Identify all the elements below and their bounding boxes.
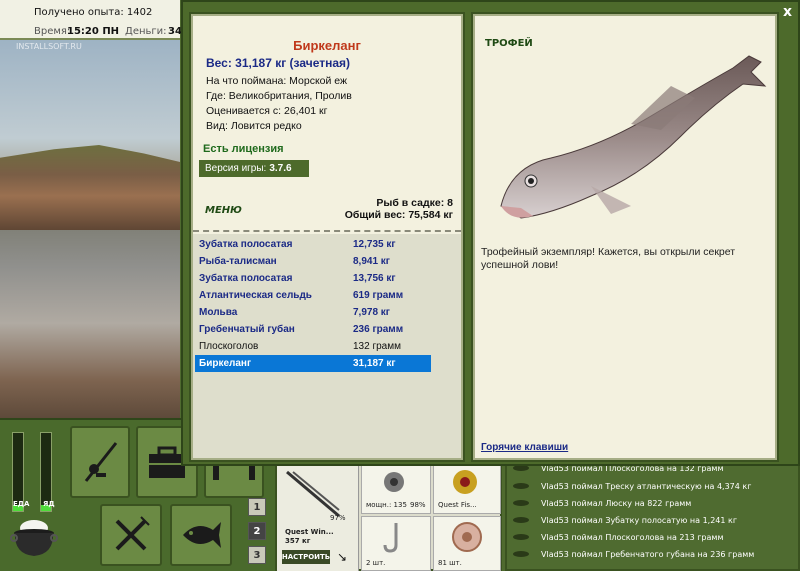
fish-cage-button[interactable] (170, 504, 232, 566)
catch-row-selected[interactable]: Биркеланг 31,187 кг (195, 355, 431, 372)
caught-on: На что поймана: Морской еж (206, 75, 348, 87)
game-version: Версия игры: 3.7.6 (199, 160, 309, 177)
cook-button[interactable] (100, 504, 162, 566)
cage-count: Рыб в садке: 8 (376, 197, 453, 209)
time-label: Время: (34, 26, 71, 37)
tackle-slots: 97% Quest Win... 357 кг НАСТРОИТЬ ↘ мощн… (275, 460, 502, 571)
catch-log[interactable]: Vlad53 поймал Плоскоголова на 132 грамм … (505, 460, 800, 571)
fishing-scene: INSTALLSOFT.RU (0, 40, 180, 418)
rod-tools-button[interactable] (70, 426, 130, 498)
rod-name: Quest Win... (285, 528, 334, 536)
catch-row[interactable]: Зубатка полосатая 12,735 кг (195, 236, 431, 253)
xp-counter: Получено опыта: 1402 (34, 7, 153, 18)
rod-slot[interactable]: 97% Quest Win... 357 кг НАСТРОИТЬ ↘ (277, 462, 359, 571)
cliff-scenery (0, 145, 180, 230)
catch-row[interactable]: Атлантическая сельдь 619 грамм (195, 287, 431, 304)
hook-icon (383, 523, 398, 553)
line-slot[interactable]: Quest Fis... (433, 462, 501, 514)
configure-rod-button[interactable]: НАСТРОИТЬ (282, 550, 330, 564)
version-value: 3.7.6 (269, 163, 292, 174)
catch-location: Где: Великобритания, Пролив (206, 90, 352, 102)
bait-count: 81 шт. (438, 559, 462, 567)
fish-image (500, 55, 767, 219)
line-name: Quest Fis... (438, 501, 477, 509)
hook-slot[interactable]: 2 шт. (361, 516, 431, 571)
log-row: Vlad53 поймал Люску на 822 грамм (513, 495, 691, 511)
cage-total-weight: Общий вес: 75,584 кг (344, 209, 453, 221)
rod-weight: 357 кг (285, 537, 311, 545)
watermark: INSTALLSOFT.RU (16, 42, 82, 51)
money-label: Деньги: (125, 26, 167, 37)
rod-condition: 97% (330, 514, 346, 522)
fishing-line-icon (453, 470, 477, 494)
fish-icon (513, 483, 529, 489)
reel-condition: 98% (410, 501, 426, 509)
page-1-button[interactable]: 1 (248, 498, 266, 516)
catch-row[interactable]: Мольва 7,978 кг (195, 304, 431, 321)
reel-icon (384, 472, 404, 492)
hotkeys-link[interactable]: Горячие клавиши (481, 442, 568, 453)
license-status: Есть лицензия (203, 143, 284, 155)
fish-weight: Вес: 31,187 кг (зачетная) (206, 56, 351, 70)
page-3-button[interactable]: 3 (248, 546, 266, 564)
catch-row[interactable]: Плоскоголов 132 грамм (195, 338, 431, 355)
page-2-button[interactable]: 2 (248, 522, 266, 540)
money-value: 34 (168, 26, 182, 37)
log-row: Vlad53 поймал Треску атлантическую на 4,… (513, 478, 751, 494)
arrow-icon[interactable]: ↘ (337, 550, 347, 564)
status-bar: Получено опыта: 1402 Время: 15:20 ПН Ден… (0, 0, 182, 40)
fish-icon (513, 500, 529, 506)
fish-icon (513, 551, 529, 557)
catch-row[interactable]: Зубатка полосатая 13,756 кг (195, 270, 431, 287)
reel-power: мощн.: 135 (366, 501, 407, 509)
catch-list: Зубатка полосатая 12,735 кг Рыба-талисман… (193, 234, 461, 458)
fish-icon (183, 522, 221, 548)
log-row: Vlad53 поймал Зубатку полосатую на 1,241… (513, 512, 737, 528)
time-value: 15:20 ПН (67, 26, 120, 37)
food-meter-label: ЕДА (13, 500, 30, 508)
fish-details-card: Биркеланг Вес: 31,187 кг (зачетная) На ч… (189, 12, 465, 462)
catch-row[interactable]: Рыба-талисман 8,941 кг (195, 253, 431, 270)
trophy-card: ТРОФЕЙ Трофейный экземпляр! Кажется, вы … (471, 12, 779, 462)
valued-from: Оценивается с: 26,401 кг (206, 105, 328, 117)
version-label: Версия игры: (205, 163, 267, 174)
sea-urchin-icon (452, 522, 482, 552)
hook-count: 2 шт. (366, 559, 386, 567)
menu-button[interactable]: МЕНЮ (205, 205, 242, 216)
fish-icon (513, 517, 529, 523)
rarity: Вид: Ловится редко (206, 120, 302, 132)
fork-knife-icon (115, 516, 150, 551)
reel-tool-icon (84, 442, 118, 482)
poison-meter-label: ЯД (43, 500, 55, 508)
log-row: Vlad53 поймал Плоскоголова на 213 грамм (513, 529, 723, 545)
divider (193, 230, 461, 232)
catch-info-dialog: x Биркеланг Вес: 31,187 кг (зачетная) На… (181, 0, 800, 466)
fish-name: Биркеланг (293, 38, 361, 53)
bait-slot[interactable]: 81 шт. (433, 516, 501, 571)
catch-row[interactable]: Гребенчатый губан 236 грамм (195, 321, 431, 338)
close-icon[interactable]: x (783, 4, 792, 20)
log-row: Vlad53 поймал Гребенчатого губана на 236… (513, 546, 754, 562)
fish-icon (513, 534, 529, 540)
trophy-message: Трофейный экземпляр! Кажется, вы открыли… (481, 246, 736, 271)
rod-icon (286, 470, 340, 518)
reel-slot[interactable]: мощн.: 135 98% (361, 462, 431, 514)
cauldron-icon[interactable] (10, 516, 58, 560)
